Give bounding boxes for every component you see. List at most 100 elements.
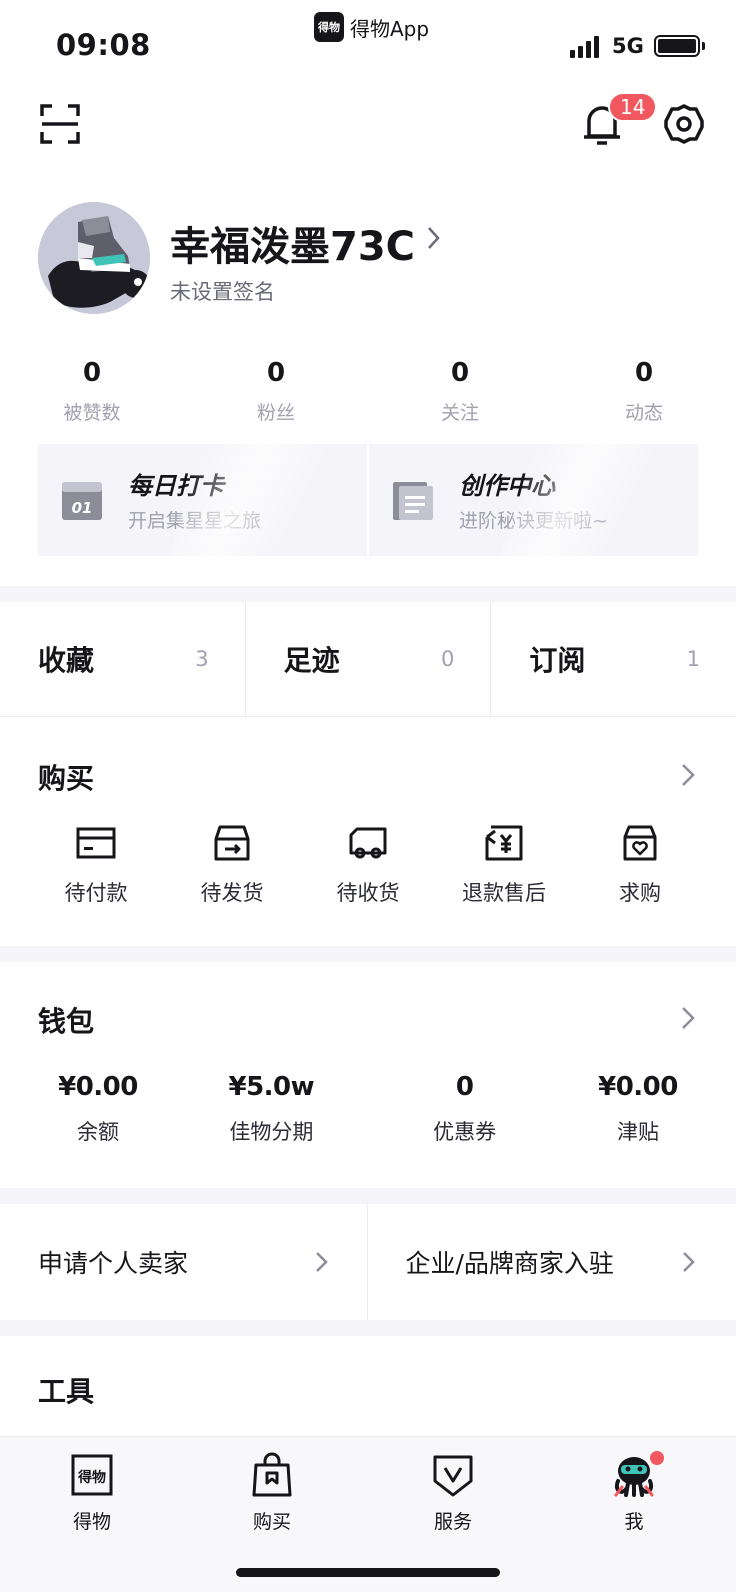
quick-count: 0 bbox=[440, 647, 455, 671]
stat-posts[interactable]: 0 动态 bbox=[552, 358, 736, 425]
wallet-value: ¥0.00 bbox=[598, 1072, 678, 1102]
wallet-items: ¥0.00 余额 ¥5.0w 佳物分期 0 优惠券 ¥0.00 津贴 bbox=[28, 1072, 708, 1146]
tools-section: 工具 bbox=[0, 1336, 736, 1436]
signature[interactable]: 未设置签名 bbox=[170, 276, 275, 306]
wanted-to-buy[interactable]: 求购 bbox=[572, 823, 708, 907]
order-status-row: 待付款 待发货 待收货 退款售后 求购 bbox=[28, 823, 708, 907]
calendar-icon-number: 01 bbox=[72, 499, 93, 517]
quick-label: 收藏 bbox=[38, 644, 95, 677]
notification-dot bbox=[648, 1449, 666, 1467]
tab-label: 购买 bbox=[252, 1511, 291, 1533]
gear-icon[interactable] bbox=[664, 104, 704, 144]
wallet-label: 余额 bbox=[77, 1120, 119, 1144]
stat-label: 动态 bbox=[624, 402, 663, 424]
order-label: 待收货 bbox=[336, 881, 400, 905]
home-indicator[interactable] bbox=[236, 1568, 500, 1577]
quick-links: 收藏 3 足迹 0 订阅 1 bbox=[0, 602, 736, 716]
shield-v-icon bbox=[433, 1455, 473, 1497]
order-label: 待付款 bbox=[64, 881, 128, 905]
pending-receipt[interactable]: 待收货 bbox=[300, 823, 436, 907]
section-title[interactable]: 购买 bbox=[38, 757, 94, 797]
sneaker-mascot-image bbox=[38, 202, 150, 314]
card-icon bbox=[76, 827, 116, 859]
heart-box-icon bbox=[623, 825, 657, 861]
wallet-label: 佳物分期 bbox=[229, 1120, 314, 1144]
dewu-logo-text: 得物 bbox=[77, 1469, 106, 1486]
status-bar: 09:08 得物 得物App 5G bbox=[0, 0, 736, 80]
stat-label: 粉丝 bbox=[256, 402, 295, 424]
stat-following[interactable]: 0 关注 bbox=[368, 358, 552, 425]
stat-label: 被赞数 bbox=[63, 402, 121, 424]
tab-buy[interactable]: 购买 bbox=[212, 1451, 332, 1534]
profile-stats: 0 被赞数 0 粉丝 0 关注 0 动态 bbox=[0, 358, 736, 425]
chevron-right-icon[interactable] bbox=[680, 1004, 696, 1032]
coupons-item[interactable]: 0 优惠券 bbox=[375, 1072, 555, 1146]
profile-section: 14 幸福泼墨73C 未设置签名 0 被赞数 0 粉丝 0 关注 0 动态 01… bbox=[0, 80, 736, 586]
favorites-link[interactable]: 收藏 3 bbox=[0, 602, 246, 716]
card-title: 每日打卡 bbox=[128, 472, 224, 500]
notification-badge: 14 bbox=[608, 92, 658, 122]
seller-label: 企业/品牌商家入驻 bbox=[405, 1249, 614, 1278]
personal-seller-link[interactable]: 申请个人卖家 bbox=[0, 1204, 368, 1320]
tab-me[interactable]: 我 bbox=[574, 1449, 694, 1534]
tab-label: 服务 bbox=[433, 1511, 472, 1533]
seller-label: 申请个人卖家 bbox=[38, 1249, 189, 1278]
installment-item[interactable]: ¥5.0w 佳物分期 bbox=[181, 1072, 361, 1146]
tab-home[interactable]: 得物 得物 bbox=[32, 1451, 152, 1534]
section-title[interactable]: 钱包 bbox=[38, 1000, 94, 1040]
stat-label: 关注 bbox=[440, 402, 479, 424]
daily-checkin-card[interactable]: 01 每日打卡 开启集星星之旅 bbox=[38, 444, 367, 556]
refund-aftersale[interactable]: 退款售后 bbox=[436, 823, 572, 907]
quick-count: 1 bbox=[686, 647, 701, 671]
stat-value: 0 bbox=[450, 358, 470, 388]
order-label: 求购 bbox=[619, 881, 661, 905]
wallet-label: 津贴 bbox=[616, 1120, 659, 1144]
shopping-bag-icon bbox=[252, 1452, 292, 1497]
wallet-value: ¥5.0w bbox=[228, 1072, 315, 1102]
chevron-right-icon[interactable] bbox=[424, 222, 444, 254]
tab-service[interactable]: 服务 bbox=[393, 1451, 513, 1534]
card-title: 创作中心 bbox=[459, 472, 555, 500]
tab-label: 我 bbox=[624, 1511, 644, 1533]
allowance-item[interactable]: ¥0.00 津贴 bbox=[568, 1072, 708, 1146]
order-label: 退款售后 bbox=[462, 881, 546, 905]
chevron-right-icon bbox=[315, 1252, 328, 1272]
stat-likes[interactable]: 0 被赞数 bbox=[0, 358, 184, 425]
balance-item[interactable]: ¥0.00 余额 bbox=[28, 1072, 168, 1146]
card-subtitle: 进阶秘诀更新啦~ bbox=[459, 510, 608, 532]
calendar-icon: 01 bbox=[62, 482, 102, 520]
creator-center-card[interactable]: 创作中心 进阶秘诀更新啦~ bbox=[369, 444, 698, 556]
chevron-right-icon[interactable] bbox=[680, 761, 696, 789]
wallet-value: 0 bbox=[455, 1072, 474, 1102]
username[interactable]: 幸福泼墨73C bbox=[170, 214, 415, 272]
battery-icon bbox=[654, 35, 700, 57]
dewu-logo-icon: 得物 bbox=[71, 1454, 113, 1496]
brand-merchant-link[interactable]: 企业/品牌商家入驻 bbox=[368, 1204, 736, 1320]
signal-icon bbox=[570, 36, 599, 58]
app-logo-icon: 得物 bbox=[314, 12, 344, 42]
avatar[interactable] bbox=[38, 202, 150, 314]
network-type: 5G bbox=[612, 34, 644, 58]
truck-icon bbox=[349, 827, 387, 859]
quick-label: 足迹 bbox=[283, 644, 340, 677]
subscriptions-link[interactable]: 订阅 1 bbox=[491, 602, 736, 716]
buy-section: 购买 待付款 待发货 待收货 退款售后 求购 bbox=[0, 716, 736, 946]
section-title: 工具 bbox=[38, 1375, 95, 1408]
box-icon bbox=[214, 825, 250, 861]
tab-label: 得物 bbox=[72, 1511, 111, 1533]
feature-cards: 01 每日打卡 开启集星星之旅 创作中心 进阶秘诀更新啦~ bbox=[38, 444, 698, 556]
order-label: 待发货 bbox=[200, 881, 264, 905]
footprints-link[interactable]: 足迹 0 bbox=[246, 602, 492, 716]
chevron-right-icon bbox=[683, 1252, 695, 1272]
quick-count: 3 bbox=[195, 647, 209, 671]
document-icon bbox=[393, 482, 433, 520]
pending-payment[interactable]: 待付款 bbox=[28, 823, 164, 907]
back-to-app-indicator[interactable]: 得物 得物App bbox=[314, 12, 429, 42]
scan-icon[interactable] bbox=[40, 104, 80, 144]
battery-tip bbox=[702, 42, 705, 50]
stat-followers[interactable]: 0 粉丝 bbox=[184, 358, 368, 425]
stat-value: 0 bbox=[82, 358, 102, 388]
quick-label: 订阅 bbox=[529, 644, 586, 677]
pending-shipment[interactable]: 待发货 bbox=[164, 823, 300, 907]
refund-icon bbox=[485, 825, 523, 861]
